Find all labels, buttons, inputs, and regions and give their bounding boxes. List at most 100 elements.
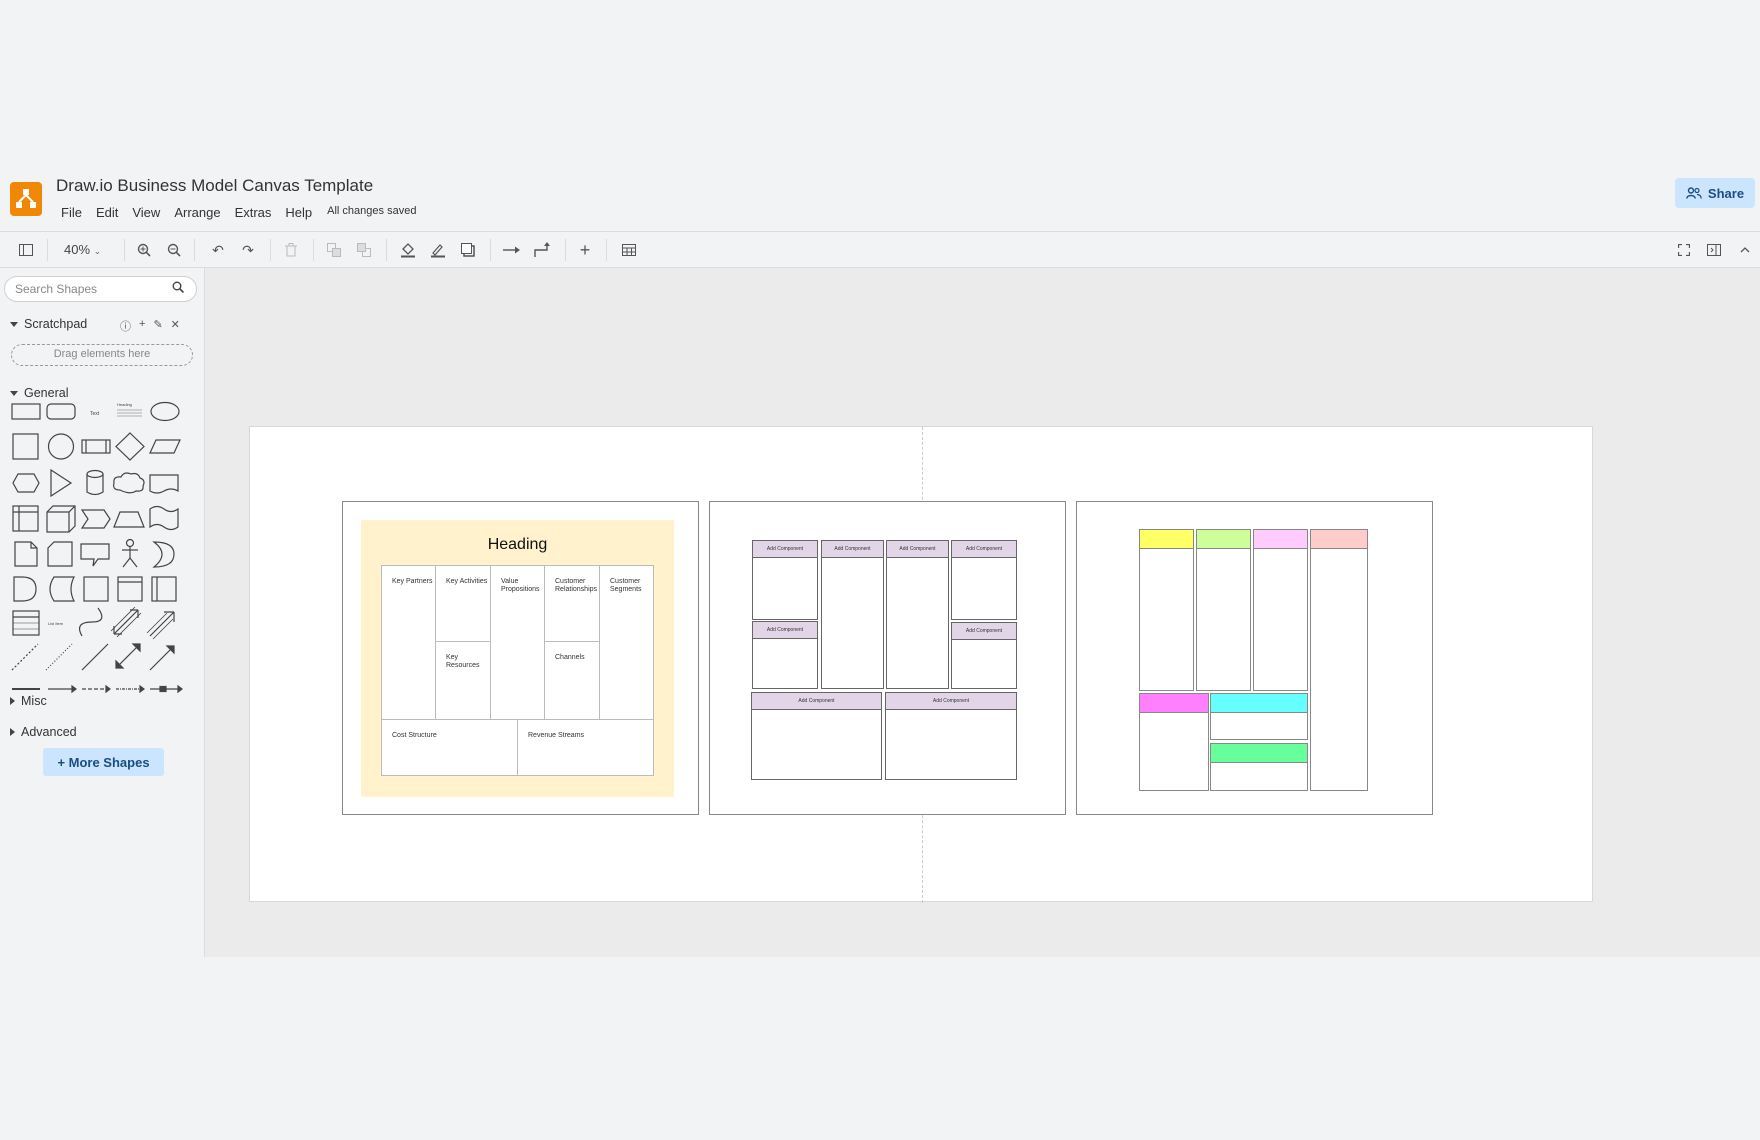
share-button[interactable]: Share <box>1675 178 1755 208</box>
more-shapes-button[interactable]: + More Shapes <box>43 748 164 776</box>
shape-bidirectional-connector[interactable] <box>115 643 141 669</box>
to-back-icon[interactable] <box>354 240 374 260</box>
sticky-header-magenta[interactable] <box>1140 694 1208 713</box>
shape-curve[interactable] <box>79 607 103 637</box>
redo-icon[interactable]: ↷ <box>238 240 258 260</box>
shape-delay[interactable] <box>13 576 37 602</box>
edit-pencil-icon[interactable]: ✎ <box>153 318 162 334</box>
shape-trapezoid[interactable] <box>113 511 145 528</box>
shape-process[interactable] <box>81 439 111 454</box>
bmc-template-frame[interactable]: Heading Key Partners Key Activities Key … <box>342 501 699 815</box>
component-header[interactable]: Add Component <box>822 541 883 558</box>
to-front-icon[interactable] <box>324 240 344 260</box>
shape-connector-with-label[interactable] <box>150 684 183 694</box>
format-panel-toggle-icon[interactable] <box>16 240 36 260</box>
component-box[interactable]: Add Component <box>751 692 882 780</box>
component-box[interactable]: Add Component <box>951 540 1017 620</box>
sticky-column-green[interactable] <box>1196 529 1251 691</box>
shape-textbox[interactable]: Heading <box>117 402 142 417</box>
waypoints-icon[interactable] <box>533 240 553 260</box>
bmc-heading[interactable]: Heading <box>361 536 674 554</box>
bmc-key-partners[interactable]: Key Partners <box>381 565 436 720</box>
search-icon[interactable] <box>172 281 184 293</box>
shape-link-arrow[interactable] <box>48 684 77 694</box>
shape-data-storage[interactable] <box>49 576 75 602</box>
sticky-header-yellow[interactable] <box>1140 530 1193 549</box>
format-sidebar-icon[interactable] <box>1704 240 1724 260</box>
shape-container[interactable] <box>117 576 143 602</box>
fill-color-icon[interactable] <box>398 240 418 260</box>
sticky-header-mint[interactable] <box>1211 744 1307 763</box>
shape-internal-storage[interactable] <box>12 505 39 532</box>
add-icon[interactable]: + <box>139 318 145 334</box>
component-header[interactable]: Add Component <box>753 541 817 558</box>
zoom-out-icon[interactable] <box>164 240 184 260</box>
bmc-customer-segments[interactable]: Customer Segments <box>599 565 654 720</box>
scratchpad-drop-zone[interactable]: Drag elements here <box>11 344 193 366</box>
shape-arrow[interactable] <box>146 611 175 640</box>
sticky-header-pink[interactable] <box>1254 530 1307 549</box>
shape-line[interactable] <box>81 643 109 671</box>
advanced-section-toggle[interactable]: Advanced <box>10 725 77 739</box>
misc-section-toggle[interactable]: Misc <box>10 694 47 708</box>
close-icon[interactable]: ✕ <box>171 318 180 334</box>
menu-arrange[interactable]: Arrange <box>167 205 227 220</box>
menu-view[interactable]: View <box>125 205 167 220</box>
save-status[interactable]: All changes saved <box>319 205 423 220</box>
component-box[interactable]: Add Component <box>886 540 949 689</box>
shape-callout[interactable] <box>80 543 110 567</box>
sticky-header-green[interactable] <box>1197 530 1250 549</box>
diagram-canvas[interactable]: Heading Key Partners Key Activities Key … <box>205 268 1760 957</box>
component-header[interactable]: Add Component <box>753 622 817 639</box>
sticky-column-pink[interactable] <box>1253 529 1308 691</box>
collapse-chevron-up-icon[interactable] <box>1735 240 1755 260</box>
sticky-box-magenta[interactable] <box>1139 693 1209 791</box>
component-header[interactable]: Add Component <box>886 693 1016 710</box>
shape-document[interactable] <box>149 474 179 494</box>
sticky-header-cyan[interactable] <box>1211 694 1307 713</box>
diagram-title[interactable]: Draw.io Business Model Canvas Template <box>56 176 373 196</box>
zoom-dropdown[interactable]: 40% ⌄ <box>64 242 101 257</box>
shape-list-item[interactable]: List Item <box>48 621 64 626</box>
shape-list[interactable] <box>12 610 40 636</box>
shape-dash-dot-arrow[interactable] <box>116 684 145 694</box>
bmc-value-propositions[interactable]: Value Propositions <box>490 565 545 720</box>
bmc-key-activities[interactable]: Key Activities <box>435 565 491 642</box>
delete-icon[interactable] <box>281 240 301 260</box>
component-header[interactable]: Add Component <box>887 541 948 558</box>
shape-frame[interactable] <box>83 576 109 602</box>
shape-swimlane[interactable] <box>151 576 177 602</box>
menu-edit[interactable]: Edit <box>89 205 125 220</box>
component-header[interactable]: Add Component <box>952 541 1016 558</box>
help-icon[interactable]: ⓘ <box>120 318 131 334</box>
sticky-column-yellow[interactable] <box>1139 529 1194 691</box>
menu-extras[interactable]: Extras <box>228 205 279 220</box>
menu-help[interactable]: Help <box>278 205 319 220</box>
shape-directional-connector[interactable] <box>149 645 175 671</box>
shape-actor[interactable] <box>122 538 138 568</box>
shadow-icon[interactable] <box>458 240 478 260</box>
shape-rectangle[interactable] <box>11 403 41 420</box>
shape-triangle[interactable] <box>50 468 73 498</box>
zoom-in-icon[interactable] <box>134 240 154 260</box>
shape-rounded-rectangle[interactable] <box>46 403 76 420</box>
component-box[interactable]: Add Component <box>885 692 1017 780</box>
component-box[interactable]: Add Component <box>821 540 884 689</box>
undo-icon[interactable]: ↶ <box>208 240 228 260</box>
shape-square[interactable] <box>12 433 39 460</box>
component-header[interactable]: Add Component <box>752 693 881 710</box>
bmc-channels[interactable]: Channels <box>544 641 600 720</box>
shape-or[interactable] <box>152 541 175 568</box>
sticky-box-mint[interactable] <box>1210 743 1308 791</box>
bmc-revenue-streams[interactable]: Revenue Streams <box>517 719 654 776</box>
table-icon[interactable] <box>619 240 639 260</box>
shape-parallelogram[interactable] <box>149 439 181 454</box>
scratchpad-section-toggle[interactable]: Scratchpad <box>10 317 87 331</box>
component-box[interactable]: Add Component <box>951 622 1017 689</box>
component-box[interactable]: Add Component <box>752 540 818 620</box>
menu-file[interactable]: File <box>54 205 89 220</box>
shape-dashed-arrow[interactable] <box>82 684 111 694</box>
shape-dashed-line[interactable] <box>11 643 39 671</box>
bmc-key-resources[interactable]: Key Resources <box>435 641 491 720</box>
shape-dotted-line[interactable] <box>45 643 73 671</box>
